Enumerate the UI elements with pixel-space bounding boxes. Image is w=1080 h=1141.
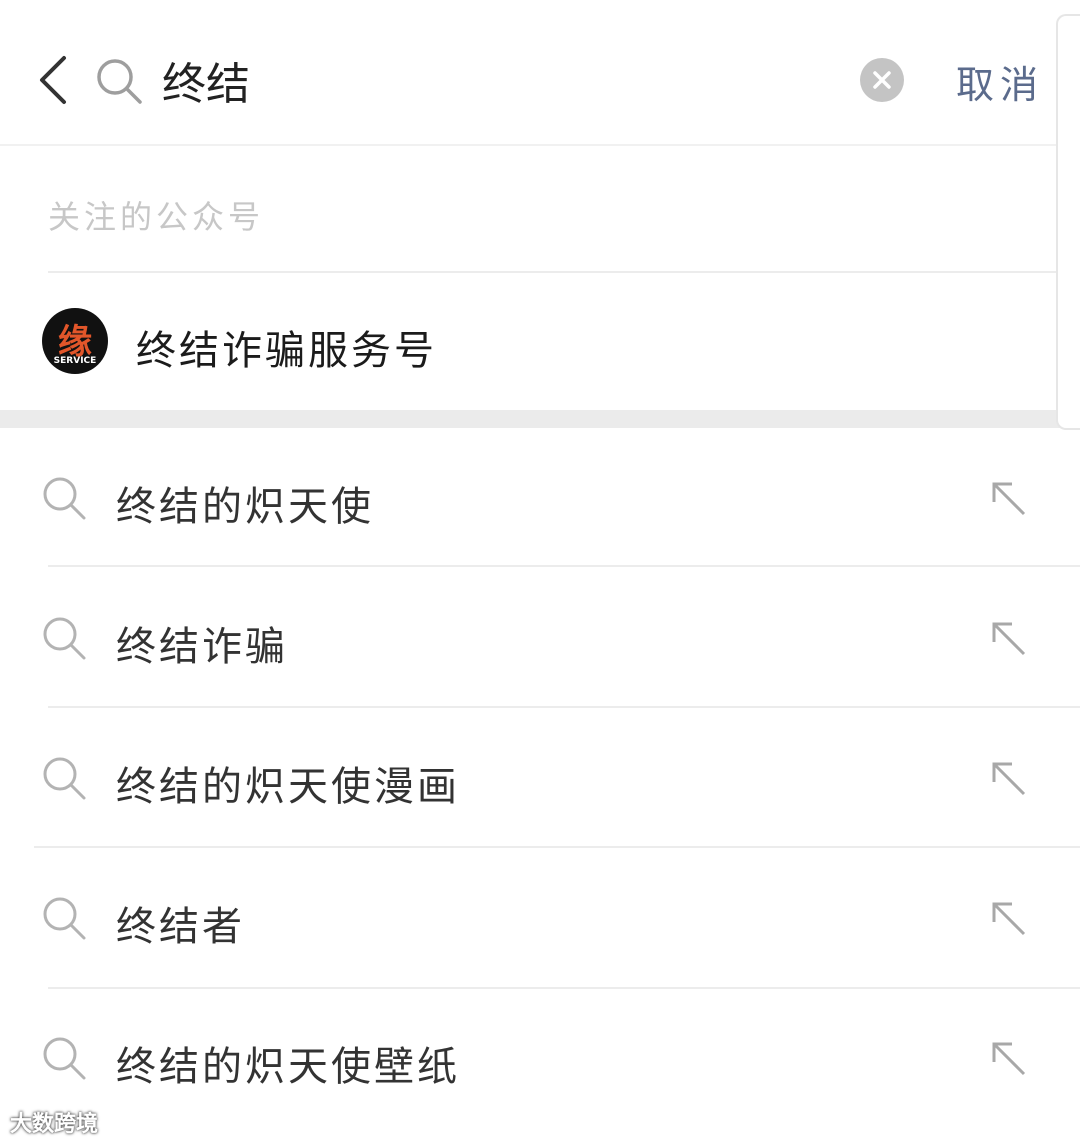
arrow-up-left-icon[interactable] xyxy=(990,620,1028,658)
account-name: 终结诈骗服务号 xyxy=(136,328,437,374)
section-label-followed-accounts: 关注的公众号 xyxy=(48,198,265,236)
arrow-up-left-icon[interactable] xyxy=(990,760,1028,798)
suggestion-row[interactable]: 终结者 xyxy=(0,848,1080,988)
suggestion-row[interactable]: 终结的炽天使壁纸 xyxy=(0,988,1080,1128)
search-icon xyxy=(97,59,142,104)
search-icon xyxy=(43,1037,86,1080)
search-icon xyxy=(43,477,86,520)
arrow-up-left-icon[interactable] xyxy=(990,1040,1028,1078)
suggestion-text: 终结的炽天使 xyxy=(116,484,374,530)
watermark: 大数跨境 xyxy=(10,1112,99,1137)
account-row[interactable]: 缘 SERVICE 终结诈骗服务号 xyxy=(0,274,1080,410)
scrollbar[interactable] xyxy=(1056,14,1080,430)
divider xyxy=(48,565,1080,567)
arrow-up-left-icon[interactable] xyxy=(990,900,1028,938)
section-separator xyxy=(0,410,1080,428)
suggestion-row[interactable]: 终结的炽天使漫画 xyxy=(0,708,1080,848)
avatar-logo-caption: SERVICE xyxy=(53,356,97,366)
cancel-button[interactable]: 取消 xyxy=(956,54,1044,109)
avatar: 缘 SERVICE xyxy=(42,308,108,374)
suggestion-text: 终结者 xyxy=(116,904,245,950)
suggestion-text: 终结的炽天使漫画 xyxy=(116,764,460,810)
search-icon xyxy=(43,617,86,660)
search-icon xyxy=(43,897,86,940)
suggestion-row[interactable]: 终结的炽天使 xyxy=(0,428,1080,568)
search-header: 取消 xyxy=(0,0,1080,146)
search-input[interactable] xyxy=(162,48,822,112)
search-icon xyxy=(43,757,86,800)
chevron-left-icon[interactable] xyxy=(34,52,74,108)
suggestion-text: 终结诈骗 xyxy=(116,624,288,670)
clear-circle-icon[interactable] xyxy=(860,58,904,102)
suggestion-row[interactable]: 终结诈骗 xyxy=(0,568,1080,708)
suggestion-text: 终结的炽天使壁纸 xyxy=(116,1044,460,1090)
divider xyxy=(48,271,1080,273)
arrow-up-left-icon[interactable] xyxy=(990,480,1028,518)
